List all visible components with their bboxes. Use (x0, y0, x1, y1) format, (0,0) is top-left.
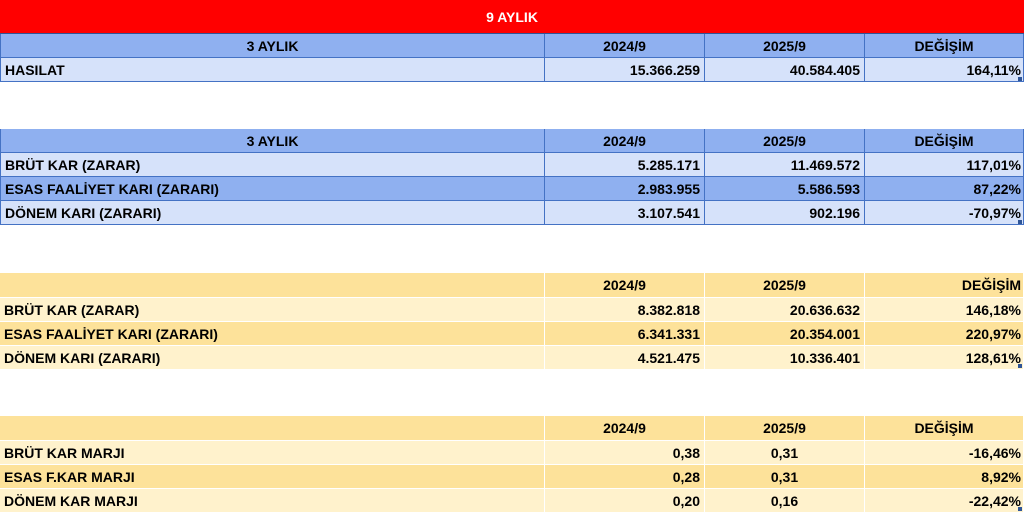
value-2024[interactable]: 5.285.171 (545, 153, 705, 177)
table-row: ESAS FAALİYET KARI (ZARARI) 2.983.955 5.… (0, 177, 1024, 201)
value-2025[interactable]: 11.469.572 (705, 153, 865, 177)
header-cell-2024[interactable]: 2024/9 (545, 129, 705, 153)
row-label[interactable]: HASILAT (0, 58, 545, 82)
value-2025[interactable]: 902.196 (705, 201, 865, 225)
value-2025[interactable]: 40.584.405 (705, 58, 865, 82)
table-row: DÖNEM KAR MARJI 0,20 0,16 -22,42% (0, 488, 1024, 512)
row-label[interactable]: ESAS F.KAR MARJI (0, 464, 545, 488)
title-bar: 9 AYLIK (0, 0, 1024, 34)
cell-marker (1018, 364, 1022, 368)
row-label[interactable]: BRÜT KAR MARJI (0, 440, 545, 464)
value-change[interactable]: -70,97% (865, 201, 1024, 225)
header-cell-2025[interactable]: 2025/9 (705, 273, 865, 297)
revenue-header-row: 3 AYLIK 2024/9 2025/9 DEĞİŞİM (0, 34, 1024, 58)
header-cell-period[interactable]: 3 AYLIK (0, 129, 545, 153)
header-cell-2025[interactable]: 2025/9 (705, 416, 865, 440)
value-2024[interactable]: 0,20 (545, 488, 705, 512)
value-2025[interactable]: 10.336.401 (705, 345, 865, 369)
value-2025[interactable]: 0,31 (705, 464, 865, 488)
header-cell-2024[interactable]: 2024/9 (545, 416, 705, 440)
row-label[interactable]: ESAS FAALİYET KARI (ZARARI) (0, 321, 545, 345)
value-change[interactable]: 220,97% (865, 321, 1024, 345)
ninemonth-profit-header-row: 2024/9 2025/9 DEĞİŞİM (0, 273, 1024, 297)
value-2025[interactable]: 20.636.632 (705, 297, 865, 321)
header-cell-change[interactable]: DEĞİŞİM (865, 34, 1024, 58)
value-2024[interactable]: 0,28 (545, 464, 705, 488)
value-change[interactable]: 8,92% (865, 464, 1024, 488)
cell-marker (1018, 220, 1022, 224)
table-row: BRÜT KAR MARJI 0,38 0,31 -16,46% (0, 440, 1024, 464)
header-cell-2024[interactable]: 2024/9 (545, 273, 705, 297)
value-change[interactable]: 146,18% (865, 297, 1024, 321)
header-cell-blank[interactable] (0, 273, 545, 297)
table-row: DÖNEM KARI (ZARARI) 3.107.541 902.196 -7… (0, 201, 1024, 225)
table-row: ESAS FAALİYET KARI (ZARARI) 6.341.331 20… (0, 321, 1024, 345)
header-cell-2025[interactable]: 2025/9 (705, 34, 865, 58)
table-row: DÖNEM KARI (ZARARI) 4.521.475 10.336.401… (0, 345, 1024, 369)
table-row: ESAS F.KAR MARJI 0,28 0,31 8,92% (0, 464, 1024, 488)
value-2024[interactable]: 2.983.955 (545, 177, 705, 201)
page-title: 9 AYLIK (486, 8, 538, 25)
value-2024[interactable]: 0,38 (545, 440, 705, 464)
value-2025[interactable]: 20.354.001 (705, 321, 865, 345)
header-cell-blank[interactable] (0, 416, 545, 440)
header-cell-2025[interactable]: 2025/9 (705, 129, 865, 153)
row-label[interactable]: ESAS FAALİYET KARI (ZARARI) (0, 177, 545, 201)
table-row: BRÜT KAR (ZARAR) 8.382.818 20.636.632 14… (0, 297, 1024, 321)
value-2024[interactable]: 15.366.259 (545, 58, 705, 82)
margin-header-row: 2024/9 2025/9 DEĞİŞİM (0, 416, 1024, 440)
value-2024[interactable]: 6.341.331 (545, 321, 705, 345)
value-2024[interactable]: 4.521.475 (545, 345, 705, 369)
value-change[interactable]: -22,42% (865, 488, 1024, 512)
value-2025[interactable]: 5.586.593 (705, 177, 865, 201)
value-change[interactable]: 117,01% (865, 153, 1024, 177)
value-2024[interactable]: 3.107.541 (545, 201, 705, 225)
quarter-profit-header-row: 3 AYLIK 2024/9 2025/9 DEĞİŞİM (0, 129, 1024, 153)
row-label[interactable]: BRÜT KAR (ZARAR) (0, 297, 545, 321)
row-label[interactable]: DÖNEM KARI (ZARARI) (0, 345, 545, 369)
value-change[interactable]: 128,61% (865, 345, 1024, 369)
value-change[interactable]: 164,11% (865, 58, 1024, 82)
row-label[interactable]: DÖNEM KARI (ZARARI) (0, 201, 545, 225)
header-cell-period[interactable]: 3 AYLIK (0, 34, 545, 58)
header-cell-change[interactable]: DEĞİŞİM (865, 416, 1024, 440)
cell-marker (1018, 507, 1022, 511)
value-2025[interactable]: 0,16 (705, 488, 865, 512)
row-label[interactable]: DÖNEM KAR MARJI (0, 488, 545, 512)
header-cell-change[interactable]: DEĞİŞİM (865, 129, 1024, 153)
header-cell-change[interactable]: DEĞİŞİM (865, 273, 1024, 297)
value-change[interactable]: -16,46% (865, 440, 1024, 464)
table-row: HASILAT 15.366.259 40.584.405 164,11% (0, 58, 1024, 82)
row-label[interactable]: BRÜT KAR (ZARAR) (0, 153, 545, 177)
value-2025[interactable]: 0,31 (705, 440, 865, 464)
header-cell-2024[interactable]: 2024/9 (545, 34, 705, 58)
value-2024[interactable]: 8.382.818 (545, 297, 705, 321)
cell-marker (1018, 77, 1022, 81)
table-row: BRÜT KAR (ZARAR) 5.285.171 11.469.572 11… (0, 153, 1024, 177)
value-change[interactable]: 87,22% (865, 177, 1024, 201)
